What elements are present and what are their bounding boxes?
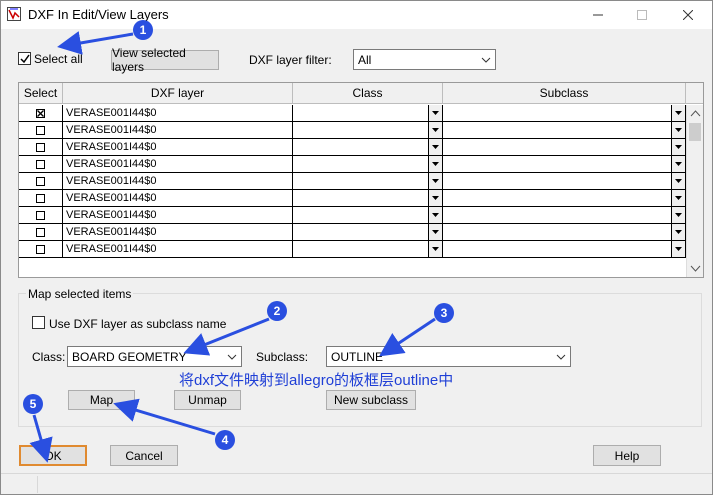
arrow-1 [57,31,134,55]
annotation-badge-4: 4 [215,430,235,450]
arrow-3 [379,317,436,357]
arrow-5 [29,414,53,463]
annotation-badge-1: 1 [133,20,153,40]
annotation-arrows [29,31,436,463]
dialog-window: DXF In Edit/View Layers Select all View … [0,0,713,495]
arrow-2 [183,317,270,356]
annotation-badge-3: 3 [434,303,454,323]
annotation-badge-2: 2 [267,301,287,321]
annotation-badge-5: 5 [23,394,43,414]
arrow-4 [113,398,216,436]
